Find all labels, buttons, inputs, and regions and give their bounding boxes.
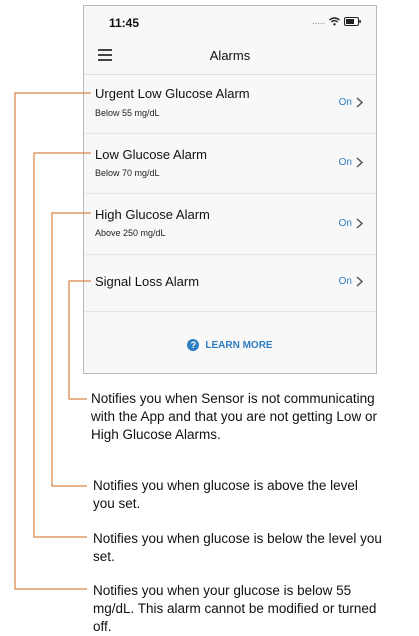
callout-signal-loss: Notifies you when Sensor is not communic… xyxy=(91,391,377,442)
callout-low: Notifies you when glucose is below the l… xyxy=(93,531,382,564)
callout-line-signal-loss xyxy=(68,280,91,400)
callout-high: Notifies you when glucose is above the l… xyxy=(93,478,358,511)
callout-line-low xyxy=(33,152,91,538)
callout-urgent-low: Notifies you when your glucose is below … xyxy=(93,583,377,634)
callout-line-urgent-low xyxy=(14,92,91,590)
callout-line-high xyxy=(51,212,91,487)
